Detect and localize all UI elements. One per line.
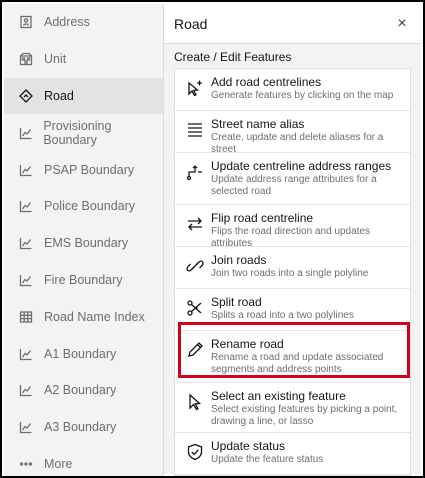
flip-icon <box>185 213 205 235</box>
card-title: Split road <box>211 295 262 309</box>
card-desc: Update the feature status <box>211 454 324 465</box>
card-desc: Create, update and delete aliases for a … <box>211 132 384 155</box>
sidebar-item-label: Road Name Index <box>44 309 145 324</box>
card-title: Join roads <box>211 253 267 267</box>
boundary-icon <box>18 272 34 288</box>
sidebar-item-label: A2 Boundary <box>44 383 117 398</box>
pencil-icon <box>185 339 205 361</box>
tool-card-update-status[interactable]: Update status Update the feature status <box>175 433 410 475</box>
sidebar-item-address[interactable]: Address <box>4 4 163 41</box>
tool-card-rename-road[interactable]: Rename road Rename a road and update asso… <box>175 331 410 383</box>
card-title: Add road centrelines <box>211 75 322 89</box>
card-desc: Splits a road into a two polylines <box>211 310 354 321</box>
card-title: Flip road centreline <box>211 211 314 225</box>
sidebar-item-ems-boundary[interactable]: EMS Boundary <box>4 225 163 262</box>
boundary-icon <box>18 198 34 214</box>
card-desc: Update address range attributes for a se… <box>211 174 377 197</box>
join-icon <box>185 255 205 277</box>
tool-card-split-road[interactable]: Split road Splits a road into a two polyl… <box>175 289 410 331</box>
sidebar-item-label: A3 Boundary <box>44 420 117 435</box>
card-desc: Generate features by clicking on the map <box>211 90 394 101</box>
sidebar-item-label: More <box>44 456 73 471</box>
sidebar-item-road[interactable]: Road <box>4 77 163 115</box>
sidebar-item-a2-boundary[interactable]: A2 Boundary <box>4 372 163 409</box>
range-icon <box>185 161 205 183</box>
shield-check-icon <box>185 441 205 463</box>
split-icon <box>185 297 205 319</box>
sidebar-item-a1-boundary[interactable]: A1 Boundary <box>4 335 163 372</box>
table-icon <box>18 309 34 325</box>
card-desc: Join two roads into a single polyline <box>211 268 369 279</box>
card-desc: Flips the road direction and updates att… <box>211 226 370 249</box>
close-button[interactable]: × <box>387 9 417 39</box>
add-cursor-icon <box>185 77 205 99</box>
sidebar-item-label: Police Boundary <box>44 199 136 214</box>
sidebar-item-label: PSAP Boundary <box>44 162 135 177</box>
sidebar-item-a3-boundary[interactable]: A3 Boundary <box>4 409 163 446</box>
card-desc: Rename a road and update associated segm… <box>211 352 384 375</box>
card-title: Street name alias <box>211 117 305 131</box>
sidebar-item-provisioning-boundary[interactable]: Provisioning Boundary <box>4 114 163 151</box>
sidebar-item-label: Provisioning Boundary <box>43 118 112 147</box>
sidebar-item-label: Fire Boundary <box>44 272 123 287</box>
road-icon <box>18 88 34 104</box>
list-icon <box>185 119 205 141</box>
sidebar-item-more[interactable]: More <box>4 446 163 476</box>
sidebar-item-label: A1 Boundary <box>44 346 117 361</box>
panel-title: Road <box>174 15 208 32</box>
app-frame: Address Unit Road Provisioning Boundary PSAP… <box>0 0 425 478</box>
feature-panel: Road × Create / Edit Features Add road c… <box>164 4 421 476</box>
boundary-icon <box>18 162 34 178</box>
sidebar-item-label: Road <box>44 88 74 103</box>
boundary-icon <box>18 382 34 398</box>
sidebar-item-police-boundary[interactable]: Police Boundary <box>4 188 163 225</box>
card-title: Rename road <box>211 337 284 351</box>
card-title: Update centreline address ranges <box>211 159 392 173</box>
section-title: Create / Edit Features <box>174 50 292 64</box>
tool-card-select-an-existing-feature[interactable]: Select an existing feature Select existin… <box>175 383 410 435</box>
boundary-icon <box>18 235 34 251</box>
sidebar-item-label: Address <box>44 15 90 30</box>
card-title: Update status <box>211 439 286 453</box>
sidebar-item-psap-boundary[interactable]: PSAP Boundary <box>4 151 163 188</box>
tool-card-add-road-centrelines[interactable]: Add road centrelines Generate features by… <box>175 69 410 111</box>
boundary-icon <box>18 346 34 362</box>
tool-card-street-name-alias[interactable]: Street name alias Create, update and dele… <box>175 111 410 155</box>
status-card-list: Update status Update the feature status <box>174 432 411 476</box>
more-icon <box>18 456 34 472</box>
tool-card-update-centreline-address-ranges[interactable]: Update centreline address ranges Update a… <box>175 153 410 205</box>
sidebar-item-unit[interactable]: Unit <box>4 41 163 78</box>
card-desc: Select existing features by picking a po… <box>211 404 398 427</box>
unit-icon <box>18 51 34 67</box>
sidebar-item-fire-boundary[interactable]: Fire Boundary <box>4 262 163 299</box>
tool-card-flip-road-centreline[interactable]: Flip road centreline Flips the road direc… <box>175 205 410 249</box>
tool-card-list: Add road centrelines Generate features by… <box>174 68 411 436</box>
sidebar-item-label: Unit <box>44 52 67 67</box>
layer-sidebar: Address Unit Road Provisioning Boundary PSAP… <box>4 4 164 476</box>
select-cursor-icon <box>185 391 205 413</box>
address-icon <box>18 14 34 30</box>
boundary-icon <box>18 125 33 141</box>
sidebar-item-label: EMS Boundary <box>44 236 129 251</box>
sidebar-item-road-name-index[interactable]: Road Name Index <box>4 298 163 335</box>
panel-header: Road × <box>164 4 421 44</box>
boundary-icon <box>18 419 34 435</box>
tool-card-join-roads[interactable]: Join roads Join two roads into a single p… <box>175 247 410 289</box>
card-title: Select an existing feature <box>211 389 346 403</box>
